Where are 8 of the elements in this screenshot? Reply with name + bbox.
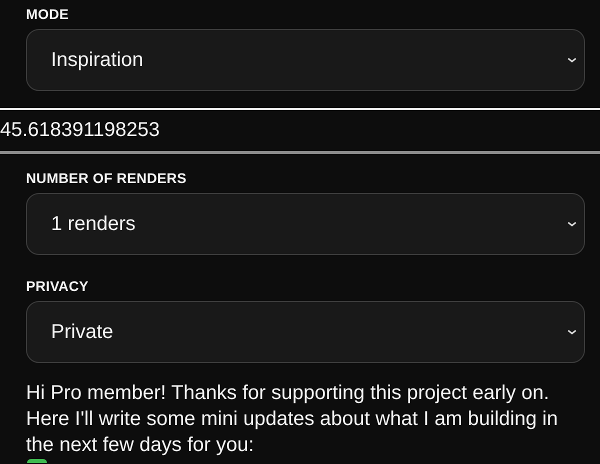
field-label: MODE bbox=[26, 5, 69, 24]
renders-select[interactable]: 1 renders bbox=[26, 193, 585, 255]
field-label: PRIVACY bbox=[26, 277, 89, 296]
message-text: Hi Pro member! Thanks for supporting this project early on. Here I'll write some mini updates about what I am building in the next few days for you: bbox=[25, 381, 559, 458]
mode-select[interactable]: Inspiration bbox=[26, 29, 585, 91]
number-input[interactable]: 45.618391198253 bbox=[0, 108, 600, 154]
privacy-select[interactable]: Private bbox=[26, 301, 585, 363]
field-label: NUMBER OF RENDERS bbox=[26, 169, 187, 188]
